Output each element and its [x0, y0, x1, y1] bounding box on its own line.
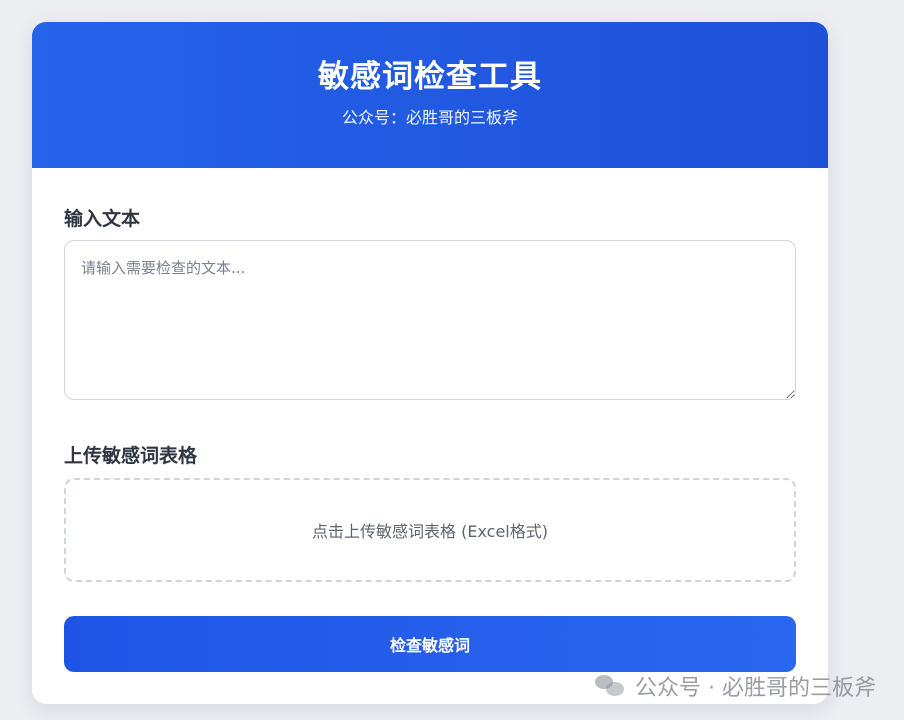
watermark-text: 公众号 · 必胜哥的三板斧 — [635, 676, 876, 701]
page-subtitle: 公众号：必胜哥的三板斧 — [341, 108, 518, 127]
text-input[interactable] — [64, 240, 796, 400]
sensitive-word-card: 敏感词检查工具 公众号：必胜哥的三板斧 输入文本 上传敏感词表格 点击上传敏感词… — [32, 22, 828, 704]
form-body: 输入文本 上传敏感词表格 点击上传敏感词表格 (Excel格式) 检查敏感词 — [32, 168, 828, 704]
file-upload-dropzone[interactable]: 点击上传敏感词表格 (Excel格式) — [64, 478, 796, 582]
text-input-label: 输入文本 — [64, 208, 141, 230]
upload-label: 上传敏感词表格 — [64, 445, 198, 467]
page-title: 敏感词检查工具 — [318, 59, 542, 95]
app-header: 敏感词检查工具 公众号：必胜哥的三板斧 — [32, 22, 828, 168]
check-sensitive-words-button[interactable]: 检查敏感词 — [64, 616, 796, 672]
wechat-icon — [595, 674, 627, 698]
watermark: 公众号 · 必胜哥的三板斧 — [595, 670, 876, 702]
upload-prompt: 点击上传敏感词表格 (Excel格式) — [312, 522, 548, 541]
